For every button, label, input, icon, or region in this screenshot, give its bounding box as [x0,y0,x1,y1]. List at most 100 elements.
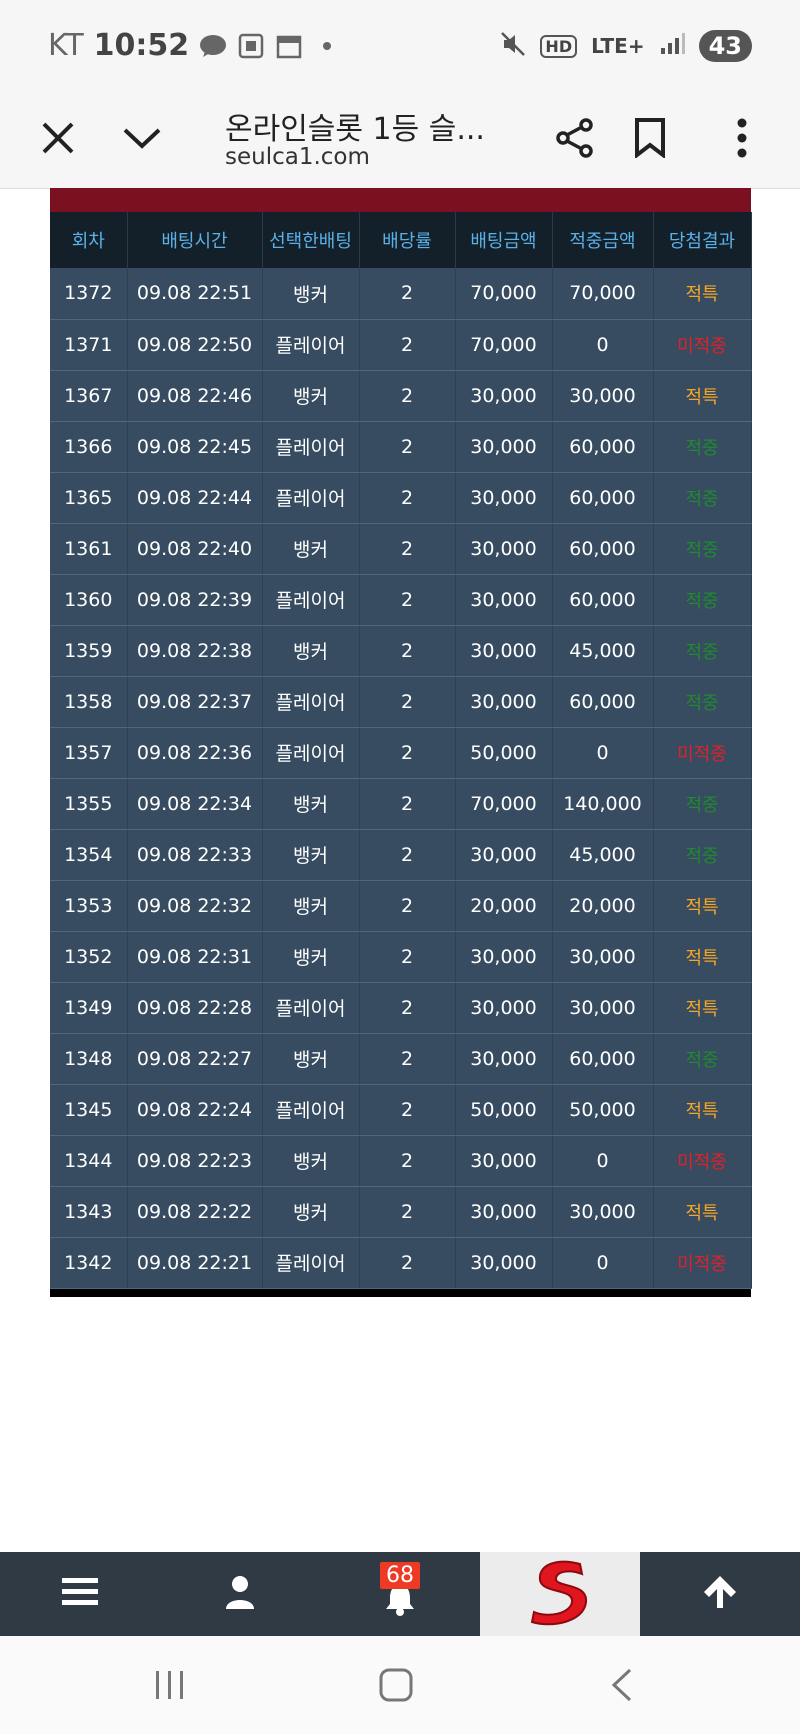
cell-bet-time: 09.08 22:44 [127,472,263,524]
cell-round: 1360 [50,574,128,626]
cell-bet-amount: 30,000 [455,1237,553,1289]
cell-bet-amount: 30,000 [455,574,553,626]
scroll-top-button[interactable] [640,1552,800,1636]
cell-bet-amount: 30,000 [455,982,553,1034]
browser-toolbar: 온라인슬롯 1등 슬... seulca1.com [0,92,800,189]
site-logo-button[interactable] [480,1552,640,1636]
page-title[interactable]: 온라인슬롯 1등 슬... [225,104,485,148]
cell-result: 적중 [653,574,752,626]
cell-bet-time: 09.08 22:23 [127,1135,263,1187]
cell-round: 1349 [50,982,128,1034]
table-row: 1371 09.08 22:50 플레이어 2 70,000 0 미적중 [50,319,752,371]
table-row: 1349 09.08 22:28 플레이어 2 30,000 30,000 적특 [50,982,752,1034]
cell-round: 1348 [50,1033,128,1085]
bet-history-table: 회차 배팅시간 선택한배팅 배당률 배팅금액 적중금액 당첨결과 1372 09.… [50,212,752,1289]
cell-win-amount: 70,000 [552,268,654,320]
close-tab-button[interactable] [28,110,88,170]
header-bet-amount: 배팅금액 [455,212,553,268]
cell-win-amount: 0 [552,319,654,371]
table-row: 1343 09.08 22:22 뱅커 2 30,000 30,000 적특 [50,1186,752,1238]
table-row: 1359 09.08 22:38 뱅커 2 30,000 45,000 적중 [50,625,752,677]
cell-bet-time: 09.08 22:28 [127,982,263,1034]
profile-button[interactable] [160,1552,320,1636]
cell-selection: 플레이어 [262,982,360,1034]
cell-selection: 뱅커 [262,1135,360,1187]
cell-result: 적중 [653,829,752,881]
cell-selection: 플레이어 [262,727,360,779]
cell-selection: 뱅커 [262,1033,360,1085]
cell-bet-amount: 30,000 [455,370,553,422]
cell-round: 1367 [50,370,128,422]
cell-round: 1345 [50,1084,128,1136]
table-row: 1372 09.08 22:51 뱅커 2 70,000 70,000 적특 [50,268,752,320]
cell-selection: 뱅커 [262,523,360,575]
cell-win-amount: 45,000 [552,625,654,677]
cell-win-amount: 50,000 [552,1084,654,1136]
talk-icon [199,33,227,59]
cell-result: 적중 [653,1033,752,1085]
table-row: 1367 09.08 22:46 뱅커 2 30,000 30,000 적특 [50,370,752,422]
hd-icon: HD [540,34,578,58]
user-icon [225,1575,255,1613]
header-round: 회차 [50,212,128,268]
cell-result: 미적중 [653,727,752,779]
panel-header-bar [50,188,751,212]
cell-win-amount: 0 [552,727,654,779]
collapse-button[interactable] [112,110,172,170]
cell-selection: 뱅커 [262,1186,360,1238]
cell-odds: 2 [359,1135,456,1187]
cell-result: 적중 [653,523,752,575]
table-row: 1345 09.08 22:24 플레이어 2 50,000 50,000 적특 [50,1084,752,1136]
cell-round: 1372 [50,268,128,320]
cell-result: 미적중 [653,1135,752,1187]
logo [528,1558,592,1630]
menu-button[interactable] [0,1552,160,1636]
back-button[interactable] [592,1662,652,1712]
cell-bet-time: 09.08 22:32 [127,880,263,932]
more-button[interactable] [712,110,772,170]
cell-win-amount: 60,000 [552,472,654,524]
bookmark-button[interactable] [620,110,680,170]
cell-result: 적특 [653,370,752,422]
header-odds: 배당률 [359,212,456,268]
panel-footer-bar [50,1288,751,1297]
cell-bet-amount: 50,000 [455,727,553,779]
cell-bet-time: 09.08 22:27 [127,1033,263,1085]
table-header-row: 회차 배팅시간 선택한배팅 배당률 배팅금액 적중금액 당첨결과 [50,212,752,268]
recents-icon [152,1669,188,1705]
cell-round: 1371 [50,319,128,371]
chevron-down-icon [122,126,162,154]
cell-result: 적중 [653,421,752,473]
notifications-button[interactable]: 68 [320,1552,480,1636]
cell-bet-amount: 30,000 [455,931,553,983]
page-url[interactable]: seulca1.com [225,144,370,170]
cell-win-amount: 60,000 [552,421,654,473]
cell-round: 1353 [50,880,128,932]
cell-odds: 2 [359,1237,456,1289]
cell-round: 1358 [50,676,128,728]
cell-win-amount: 45,000 [552,829,654,881]
share-icon [554,117,596,163]
home-button[interactable] [366,1662,426,1712]
cell-bet-time: 09.08 22:39 [127,574,263,626]
table-row: 1361 09.08 22:40 뱅커 2 30,000 60,000 적중 [50,523,752,575]
cell-bet-time: 09.08 22:36 [127,727,263,779]
cell-odds: 2 [359,523,456,575]
cell-odds: 2 [359,829,456,881]
cell-bet-time: 09.08 22:37 [127,676,263,728]
cell-bet-time: 09.08 22:50 [127,319,263,371]
recents-button[interactable] [140,1662,200,1712]
cell-round: 1357 [50,727,128,779]
cell-round: 1352 [50,931,128,983]
share-button[interactable] [545,110,605,170]
cell-win-amount: 60,000 [552,574,654,626]
cell-bet-amount: 30,000 [455,1186,553,1238]
cell-win-amount: 30,000 [552,931,654,983]
cell-selection: 플레이어 [262,676,360,728]
notification-count-badge: 68 [380,1562,420,1589]
cell-win-amount: 60,000 [552,523,654,575]
cell-win-amount: 0 [552,1135,654,1187]
calendar-icon [275,33,303,59]
cell-bet-amount: 30,000 [455,1033,553,1085]
cell-bet-time: 09.08 22:31 [127,931,263,983]
